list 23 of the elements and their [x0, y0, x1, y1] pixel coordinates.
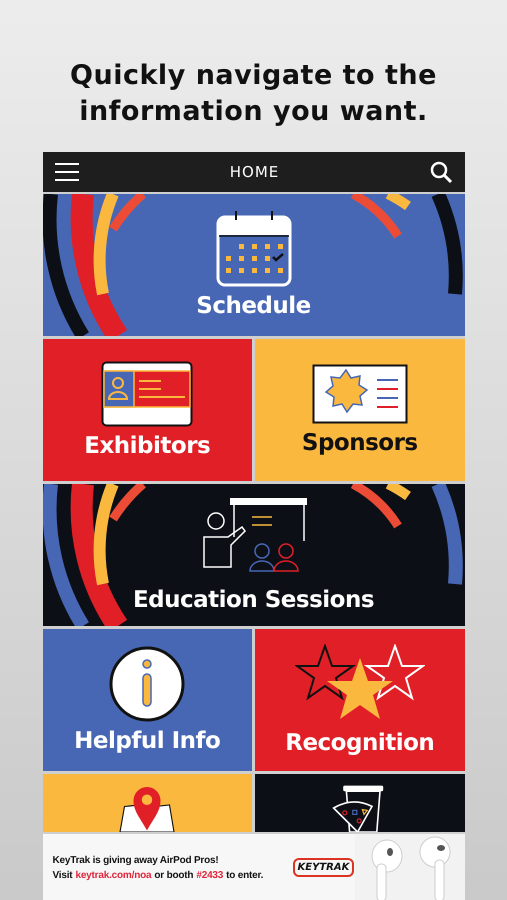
ad-text: KeyTrak is giving away AirPod Pros!	[52, 854, 220, 866]
certificate-icon	[312, 364, 408, 424]
menu-tile[interactable]	[42, 774, 252, 832]
menu-tile[interactable]: Education Sessions	[42, 484, 464, 626]
ad-text: Visit	[52, 870, 72, 880]
menu-tile[interactable]	[255, 774, 464, 832]
id-card-icon	[101, 361, 194, 427]
menu-icon[interactable]	[54, 163, 78, 181]
info-icon	[109, 646, 186, 722]
menu-tile[interactable]: Helpful Info	[42, 629, 252, 771]
menu-tile[interactable]: Schedule	[42, 194, 464, 336]
calendar-icon	[216, 211, 292, 287]
logo: KEYTRAK	[292, 858, 354, 877]
screen-title: HOME	[230, 163, 280, 181]
search-icon[interactable]	[430, 161, 452, 183]
headline: Quickly navigate to the information you want.	[69, 59, 438, 129]
ad-text: to enter.	[226, 870, 264, 880]
ad-text: or booth	[154, 870, 194, 880]
ad-link[interactable]: keytrak.com/noa	[75, 870, 152, 880]
menu-tile[interactable]: Sponsors	[255, 339, 464, 481]
ad-link[interactable]: #2433	[196, 870, 224, 880]
menu-tile[interactable]: Exhibitors	[42, 339, 252, 481]
menu-tile[interactable]: Recognition	[255, 629, 464, 771]
